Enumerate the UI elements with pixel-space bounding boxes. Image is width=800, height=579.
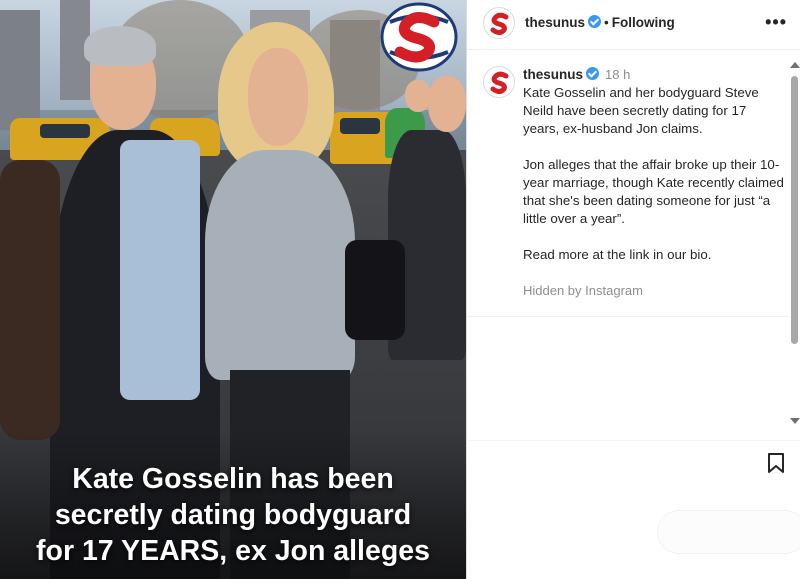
caption-body: thesunus 18 h Kate Gosselin and her bodyg…	[523, 66, 785, 282]
man-gray-hair	[84, 26, 156, 66]
caption-paragraph: Read more at the link in our bio.	[523, 247, 712, 262]
divider	[467, 440, 800, 441]
bystander-face	[428, 76, 466, 132]
scroll-down-icon[interactable]	[790, 418, 800, 424]
header-separator: •	[604, 15, 609, 30]
verified-badge-icon	[588, 15, 602, 28]
post-timestamp[interactable]: 18 h	[605, 67, 630, 82]
thesun-s-logo-icon	[485, 9, 514, 38]
divider	[467, 316, 789, 317]
following-button[interactable]: Following	[612, 15, 675, 30]
bookmark-icon[interactable]	[765, 452, 787, 474]
photo-caption: Kate Gosselin has been secretly dating b…	[0, 461, 466, 569]
woman-gray-sweater	[205, 150, 355, 380]
caption-username[interactable]: thesunus	[523, 67, 583, 82]
thesun-s-logo-icon	[485, 68, 514, 97]
post-photo[interactable]: Kate Gosselin has been secretly dating b…	[0, 0, 466, 579]
avatar[interactable]	[483, 7, 515, 39]
avatar[interactable]	[483, 66, 515, 98]
caption-paragraph: Kate Gosselin and her bodyguard Steve Ne…	[523, 85, 759, 136]
scrollbar-thumb[interactable]	[791, 76, 798, 344]
comment-input-area[interactable]	[657, 510, 800, 554]
caption-line: secretly dating bodyguard	[54, 499, 412, 531]
caption-line: Kate Gosselin has been	[72, 463, 394, 495]
post-details-panel: thesunus • Following ••• thesunus 18 h Kate…	[466, 0, 800, 579]
more-options-icon[interactable]: •••	[765, 12, 787, 33]
bystander-left	[0, 160, 60, 440]
thesun-s-logo-icon	[380, 2, 458, 72]
scroll-up-icon[interactable]	[790, 62, 800, 68]
black-handbag	[345, 240, 405, 340]
caption-paragraph: Jon alleges that the affair broke up the…	[523, 157, 784, 226]
header-text: thesunus • Following	[525, 15, 675, 30]
woman-face	[248, 48, 308, 146]
post-header: thesunus • Following •••	[467, 0, 800, 50]
man-blue-shirt	[120, 140, 200, 400]
caption-author-line: thesunus 18 h	[523, 66, 785, 84]
building	[0, 10, 40, 130]
verified-badge-icon	[586, 67, 600, 80]
header-username[interactable]: thesunus	[525, 15, 585, 30]
taxi-window	[40, 124, 90, 138]
caption-line: for 17 YEARS, ex Jon alleges	[36, 535, 430, 567]
hidden-by-note: Hidden by Instagram	[523, 283, 643, 298]
taxi-window	[340, 118, 380, 134]
comments-scrollbar[interactable]	[788, 56, 800, 426]
